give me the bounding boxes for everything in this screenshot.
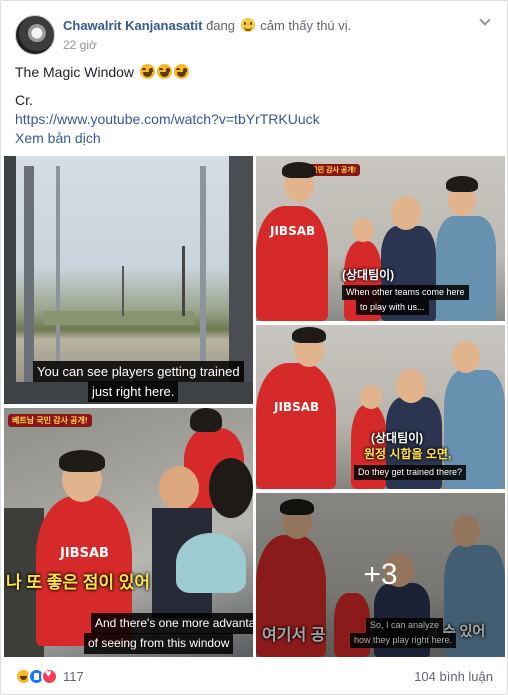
chevron-down-icon[interactable] — [479, 15, 491, 27]
post-header: Chawalrit Kanjanasatit đang cảm thấy thú… — [15, 13, 495, 57]
feeling-prefix: đang — [206, 18, 235, 33]
author-line: Chawalrit Kanjanasatit đang cảm thấy thú… — [63, 18, 351, 34]
subtitle-line: just right here. — [88, 381, 179, 402]
subtitle-line: When other teams come here — [342, 285, 469, 300]
post-title: The Magic Window — [15, 64, 135, 80]
love-reaction-icon[interactable] — [41, 668, 58, 685]
photo-grid: You can see players getting trained just… — [4, 156, 505, 658]
post-credit: Cr. — [15, 92, 33, 108]
show-badge: 베트남 국민 감사 공개! — [8, 414, 92, 427]
feeling-text[interactable]: cảm thấy thú vị. — [260, 18, 351, 33]
subtitle-line: And there's one more advanta — [91, 613, 253, 634]
reaction-count[interactable]: 117 — [63, 669, 84, 684]
post-footer: 117 104 bình luận — [15, 665, 493, 689]
korean-subtitle: (상대팀이) — [371, 431, 424, 445]
korean-subtitle: 나 또 좋은 점이 있어 — [6, 573, 151, 592]
comment-count[interactable]: 104 bình luận — [414, 669, 493, 684]
more-photos-count[interactable]: +3 — [256, 493, 505, 657]
subtitle-line: You can see players getting trained — [33, 361, 244, 382]
see-translation-link[interactable]: Xem bản dịch — [15, 129, 495, 148]
author-name[interactable]: Chawalrit Kanjanasatit — [63, 18, 202, 33]
korean-subtitle: 원정 시합을 오면, — [364, 447, 452, 461]
laughing-emoji-icon — [173, 64, 189, 79]
korean-subtitle: (상대팀이) — [342, 268, 395, 282]
jersey-text: JIBSAB — [60, 546, 109, 561]
subtitle-line: of seeing from this window — [84, 633, 234, 654]
laughing-emoji-icon — [156, 64, 172, 79]
laughing-emoji-icon — [139, 64, 155, 79]
jersey-text: JIBSAB — [274, 400, 320, 414]
jersey-text: JIBSAB — [270, 224, 316, 238]
smile-emoji-icon — [240, 18, 255, 32]
photo-group-discussing[interactable]: JIBSAB (상대팀이) 원정 시합을 오면, Do they get tra… — [256, 325, 505, 489]
photo-group-looking-up[interactable]: 베트남 국민 감사 공개! JIBSAB (상대팀이) When other t… — [256, 156, 505, 321]
post-card: Chawalrit Kanjanasatit đang cảm thấy thú… — [0, 0, 508, 695]
post-text: The Magic Window Cr. https://www.youtube… — [15, 63, 495, 148]
photo-window-view[interactable]: You can see players getting trained just… — [4, 156, 253, 404]
photo-boy-at-window[interactable]: 베트남 국민 감사 공개! JIBSAB 나 또 좋은 점이 있어 And th… — [4, 408, 253, 657]
post-title-line: The Magic Window — [15, 63, 495, 82]
post-timestamp[interactable]: 22 giờ — [63, 38, 97, 52]
author-avatar[interactable] — [15, 15, 55, 55]
subtitle-line: Do they get trained there? — [354, 465, 467, 480]
youtube-link[interactable]: https://www.youtube.com/watch?v=tbYrTRKU… — [15, 110, 495, 129]
subtitle-line: to play with us... — [356, 300, 429, 315]
